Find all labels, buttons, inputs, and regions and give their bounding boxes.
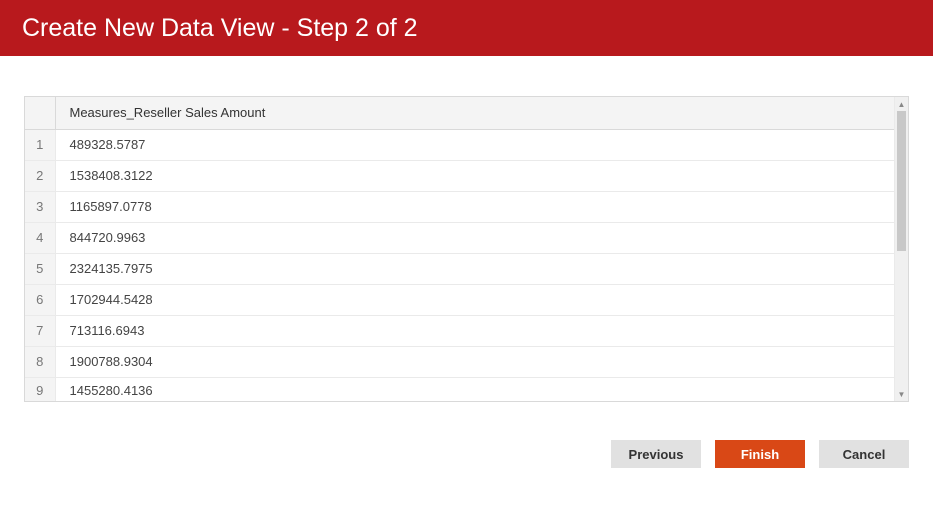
- grid-scroll-area: Measures_Reseller Sales Amount 1 489328.…: [25, 97, 894, 401]
- cell-value[interactable]: 1455280.4136: [55, 377, 894, 401]
- table-row[interactable]: 2 1538408.3122: [25, 160, 894, 191]
- cancel-button[interactable]: Cancel: [819, 440, 909, 468]
- row-number: 5: [25, 253, 55, 284]
- wizard-content: Measures_Reseller Sales Amount 1 489328.…: [0, 56, 933, 402]
- previous-button[interactable]: Previous: [611, 440, 701, 468]
- table-row[interactable]: 5 2324135.7975: [25, 253, 894, 284]
- vertical-scrollbar[interactable]: ▲ ▼: [894, 97, 908, 401]
- scroll-down-arrow-icon[interactable]: ▼: [895, 387, 908, 401]
- finish-button[interactable]: Finish: [715, 440, 805, 468]
- table-row[interactable]: 1 489328.5787: [25, 129, 894, 160]
- row-number: 9: [25, 377, 55, 401]
- wizard-footer: Previous Finish Cancel: [0, 402, 933, 468]
- cell-value[interactable]: 844720.9963: [55, 222, 894, 253]
- table-row[interactable]: 3 1165897.0778: [25, 191, 894, 222]
- table-row[interactable]: 7 713116.6943: [25, 315, 894, 346]
- scrollbar-track[interactable]: [895, 111, 908, 387]
- cell-value[interactable]: 713116.6943: [55, 315, 894, 346]
- row-number: 7: [25, 315, 55, 346]
- row-number: 2: [25, 160, 55, 191]
- table-row[interactable]: 8 1900788.9304: [25, 346, 894, 377]
- wizard-title: Create New Data View - Step 2 of 2: [22, 14, 418, 43]
- cell-value[interactable]: 1702944.5428: [55, 284, 894, 315]
- cell-value[interactable]: 1165897.0778: [55, 191, 894, 222]
- row-number: 8: [25, 346, 55, 377]
- cell-value[interactable]: 1900788.9304: [55, 346, 894, 377]
- table-row[interactable]: 9 1455280.4136: [25, 377, 894, 401]
- cell-value[interactable]: 1538408.3122: [55, 160, 894, 191]
- cell-value[interactable]: 489328.5787: [55, 129, 894, 160]
- scroll-up-arrow-icon[interactable]: ▲: [895, 97, 908, 111]
- row-number: 1: [25, 129, 55, 160]
- table-header-row: Measures_Reseller Sales Amount: [25, 97, 894, 129]
- column-header[interactable]: Measures_Reseller Sales Amount: [55, 97, 894, 129]
- data-table: Measures_Reseller Sales Amount 1 489328.…: [25, 97, 894, 401]
- wizard-header: Create New Data View - Step 2 of 2: [0, 0, 933, 56]
- rownum-header[interactable]: [25, 97, 55, 129]
- data-grid: Measures_Reseller Sales Amount 1 489328.…: [24, 96, 909, 402]
- table-row[interactable]: 4 844720.9963: [25, 222, 894, 253]
- row-number: 3: [25, 191, 55, 222]
- row-number: 6: [25, 284, 55, 315]
- scrollbar-thumb[interactable]: [897, 111, 906, 251]
- row-number: 4: [25, 222, 55, 253]
- table-row[interactable]: 6 1702944.5428: [25, 284, 894, 315]
- cell-value[interactable]: 2324135.7975: [55, 253, 894, 284]
